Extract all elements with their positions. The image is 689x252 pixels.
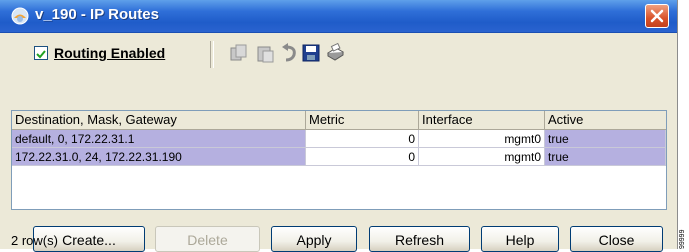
title-bar[interactable]: v_190 - IP Routes	[0, 0, 677, 33]
cell-interface[interactable]: mgmt0	[419, 148, 545, 166]
save-icon[interactable]	[300, 42, 322, 64]
checkmark-icon	[36, 50, 46, 59]
column-header-metric[interactable]: Metric	[306, 111, 419, 129]
cell-active[interactable]: true	[545, 148, 666, 166]
help-button[interactable]: Help	[481, 226, 559, 252]
copy-icon[interactable]	[228, 42, 250, 64]
print-icon[interactable]	[324, 42, 346, 64]
cell-destination[interactable]: default, 0, 172.22.31.1	[12, 130, 306, 148]
column-header-interface[interactable]: Interface	[419, 111, 545, 129]
close-icon	[650, 9, 664, 23]
window-close-button[interactable]	[645, 4, 669, 28]
column-header-active[interactable]: Active	[545, 111, 666, 129]
paste-icon[interactable]	[254, 42, 276, 64]
cell-active[interactable]: true	[545, 130, 666, 148]
table-row[interactable]: default, 0, 172.22.31.1 0 mgmt0 true	[12, 130, 666, 148]
checkbox-box[interactable]	[34, 46, 48, 60]
cell-metric[interactable]: 0	[306, 148, 419, 166]
toolbar-separator	[210, 41, 214, 68]
figure-id-label: 99999	[679, 229, 686, 249]
window-title: v_190 - IP Routes	[35, 6, 159, 23]
table-header: Destination, Mask, Gateway Metric Interf…	[12, 111, 666, 130]
ip-routes-window: v_190 - IP Routes Routing Enabled Destin…	[0, 0, 678, 252]
column-header-destination[interactable]: Destination, Mask, Gateway	[12, 111, 306, 129]
cell-interface[interactable]: mgmt0	[419, 130, 545, 148]
cell-metric[interactable]: 0	[306, 130, 419, 148]
apply-button[interactable]: Apply	[271, 226, 357, 252]
app-icon	[11, 7, 29, 25]
table-row[interactable]: 172.22.31.0, 24, 172.22.31.190 0 mgmt0 t…	[12, 148, 666, 166]
close-button[interactable]: Close	[570, 226, 663, 252]
routing-enabled-label: Routing Enabled	[54, 45, 166, 61]
refresh-button[interactable]: Refresh	[369, 226, 470, 252]
undo-icon[interactable]	[279, 42, 301, 64]
routes-table[interactable]: Destination, Mask, Gateway Metric Interf…	[11, 110, 667, 210]
row-count-status: 2 row(s)	[11, 233, 58, 248]
cell-destination[interactable]: 172.22.31.0, 24, 172.22.31.190	[12, 148, 306, 166]
delete-button[interactable]: Delete	[155, 226, 260, 252]
